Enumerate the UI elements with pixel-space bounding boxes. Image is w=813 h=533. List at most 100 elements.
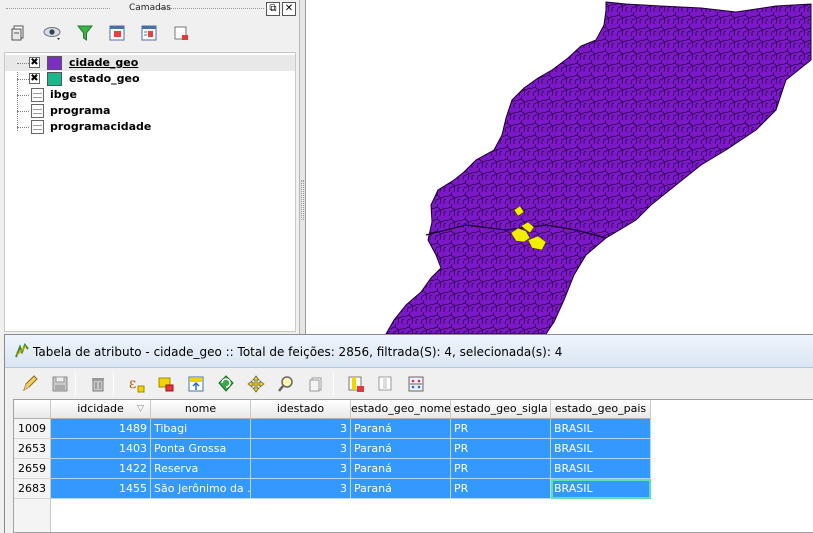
column-header-nome[interactable]: nome bbox=[151, 400, 251, 419]
delete-column-button[interactable] bbox=[345, 373, 367, 395]
layer-row-cidade-geo[interactable]: ✖ cidade_geo bbox=[5, 55, 295, 71]
layer-row-programa[interactable]: programa bbox=[5, 103, 295, 119]
expand-all-button[interactable] bbox=[106, 22, 128, 44]
filter-legend-button[interactable] bbox=[74, 22, 96, 44]
table-cell[interactable]: PR bbox=[451, 439, 551, 459]
layer-visibility-checkbox[interactable]: ✖ bbox=[29, 73, 40, 84]
table-cell[interactable]: 1422 bbox=[51, 459, 151, 479]
expand-all-icon bbox=[109, 25, 125, 41]
select-icon bbox=[158, 377, 174, 392]
column-header-estado-geo-sigla[interactable]: estado_geo_sigla bbox=[451, 400, 551, 419]
toolbar-separator bbox=[75, 373, 76, 395]
attribute-table-title: Tabela de atributo - cidade_geo :: Total… bbox=[33, 345, 563, 359]
float-icon: ⧉ bbox=[269, 3, 277, 14]
table-cell[interactable]: Paraná bbox=[351, 459, 451, 479]
column-header-label: idcidade bbox=[77, 402, 124, 415]
eye-visibility-icon bbox=[43, 27, 61, 40]
table-cell[interactable]: BRASIL bbox=[551, 419, 651, 439]
layer-label: programacidade bbox=[50, 120, 152, 133]
close-button[interactable]: ✕ bbox=[282, 2, 296, 16]
table-cell[interactable]: BRASIL bbox=[551, 459, 651, 479]
field-calculator-icon bbox=[408, 376, 424, 392]
table-cell[interactable]: Paraná bbox=[351, 479, 451, 499]
table-cell[interactable]: Tibagi bbox=[151, 419, 251, 439]
collapse-all-icon bbox=[141, 25, 157, 41]
row-header[interactable]: 2683 bbox=[14, 479, 51, 499]
table-layer-icon bbox=[31, 120, 44, 134]
move-selection-top-button[interactable] bbox=[185, 373, 207, 395]
row-header[interactable]: 2653 bbox=[14, 439, 51, 459]
map-render bbox=[385, 1, 812, 334]
layer-label: ibge bbox=[50, 88, 77, 101]
attribute-table-window: Tabela de atributo - cidade_geo :: Total… bbox=[4, 334, 813, 533]
layers-panel-titlebar[interactable]: Camadas ⧉ ✕ bbox=[0, 0, 300, 18]
add-column-button[interactable] bbox=[375, 373, 397, 395]
layer-row-ibge[interactable]: ibge bbox=[5, 87, 295, 103]
toolbar-separator bbox=[333, 373, 334, 395]
layer-color-swatch bbox=[47, 56, 62, 70]
field-calculator-button[interactable] bbox=[405, 373, 427, 395]
table-cell[interactable]: 1489 bbox=[51, 419, 151, 439]
table-cell[interactable]: São Jerônimo da ... bbox=[151, 479, 251, 499]
grid-corner[interactable] bbox=[14, 400, 51, 419]
table-cell[interactable]: 3 bbox=[251, 459, 351, 479]
add-column-icon bbox=[378, 376, 392, 391]
layer-visibility-checkbox[interactable]: ✖ bbox=[29, 57, 40, 68]
attribute-table-titlebar[interactable]: Tabela de atributo - cidade_geo :: Total… bbox=[5, 335, 813, 368]
table-cell[interactable]: 3 bbox=[251, 439, 351, 459]
row-header[interactable]: 1009 bbox=[14, 419, 51, 439]
pan-to-icon bbox=[247, 375, 265, 393]
collapse-all-button[interactable] bbox=[138, 22, 160, 44]
table-cell[interactable]: Ponta Grossa bbox=[151, 439, 251, 459]
layer-label: cidade_geo bbox=[69, 56, 139, 69]
column-header-estado-geo-pais[interactable]: estado_geo_pais bbox=[551, 400, 651, 419]
table-cell[interactable]: Reserva bbox=[151, 459, 251, 479]
table-cell[interactable]: 1455 bbox=[51, 479, 151, 499]
tree-branch bbox=[17, 111, 29, 112]
attribute-grid[interactable]: idcidade ▽ nome idestado estado_geo_nome… bbox=[13, 399, 813, 533]
table-cell[interactable]: PR bbox=[451, 479, 551, 499]
delete-column-icon bbox=[348, 376, 364, 392]
visibility-button[interactable] bbox=[42, 22, 64, 44]
table-cell[interactable]: BRASIL bbox=[551, 439, 651, 459]
select-all-button[interactable] bbox=[155, 373, 177, 395]
column-header-idestado[interactable]: idestado bbox=[251, 400, 351, 419]
layer-label: estado_geo bbox=[69, 72, 140, 85]
table-cell[interactable]: Paraná bbox=[351, 419, 451, 439]
table-cell[interactable]: PR bbox=[451, 419, 551, 439]
layer-row-estado-geo[interactable]: ✖ estado_geo bbox=[5, 71, 295, 87]
float-button[interactable]: ⧉ bbox=[266, 2, 280, 16]
splitter-grip bbox=[301, 180, 304, 220]
tree-branch bbox=[17, 63, 29, 64]
zoom-to-selection-button[interactable] bbox=[275, 373, 297, 395]
add-group-button[interactable] bbox=[8, 22, 30, 44]
add-group-icon bbox=[11, 25, 24, 41]
table-cell[interactable]: 1403 bbox=[51, 439, 151, 459]
map-canvas[interactable] bbox=[305, 0, 813, 334]
layer-row-programacidade[interactable]: programacidade bbox=[5, 119, 295, 135]
layers-tree: ✖ cidade_geo ✖ estado_geo ibge programa … bbox=[4, 52, 296, 332]
row-header[interactable]: 2659 bbox=[14, 459, 51, 479]
pan-to-selection-button[interactable] bbox=[245, 373, 267, 395]
expression-icon: ε bbox=[129, 376, 145, 393]
column-header-estado-geo-nome[interactable]: estado_geo_nome bbox=[351, 400, 451, 419]
tree-branch bbox=[17, 95, 29, 96]
copy-rows-button[interactable] bbox=[305, 373, 327, 395]
table-cell-focused[interactable]: BRASIL bbox=[551, 479, 651, 499]
remove-layer-button[interactable] bbox=[170, 22, 192, 44]
row-header-empty-area bbox=[14, 499, 51, 532]
column-header-idcidade[interactable]: idcidade ▽ bbox=[51, 400, 151, 419]
move-top-icon bbox=[188, 376, 204, 392]
remove-layer-icon bbox=[174, 26, 188, 40]
table-cell[interactable]: Paraná bbox=[351, 439, 451, 459]
toggle-editing-button[interactable] bbox=[19, 373, 41, 395]
invert-selection-button[interactable] bbox=[215, 373, 237, 395]
save-edits-button[interactable] bbox=[49, 373, 71, 395]
table-cell[interactable]: 3 bbox=[251, 419, 351, 439]
table-cell[interactable]: 3 bbox=[251, 479, 351, 499]
copy-icon bbox=[309, 377, 322, 392]
select-by-expression-button[interactable]: ε bbox=[125, 373, 147, 395]
delete-selected-button[interactable] bbox=[87, 373, 109, 395]
pencil-edit-icon bbox=[23, 375, 38, 392]
table-cell[interactable]: PR bbox=[451, 459, 551, 479]
